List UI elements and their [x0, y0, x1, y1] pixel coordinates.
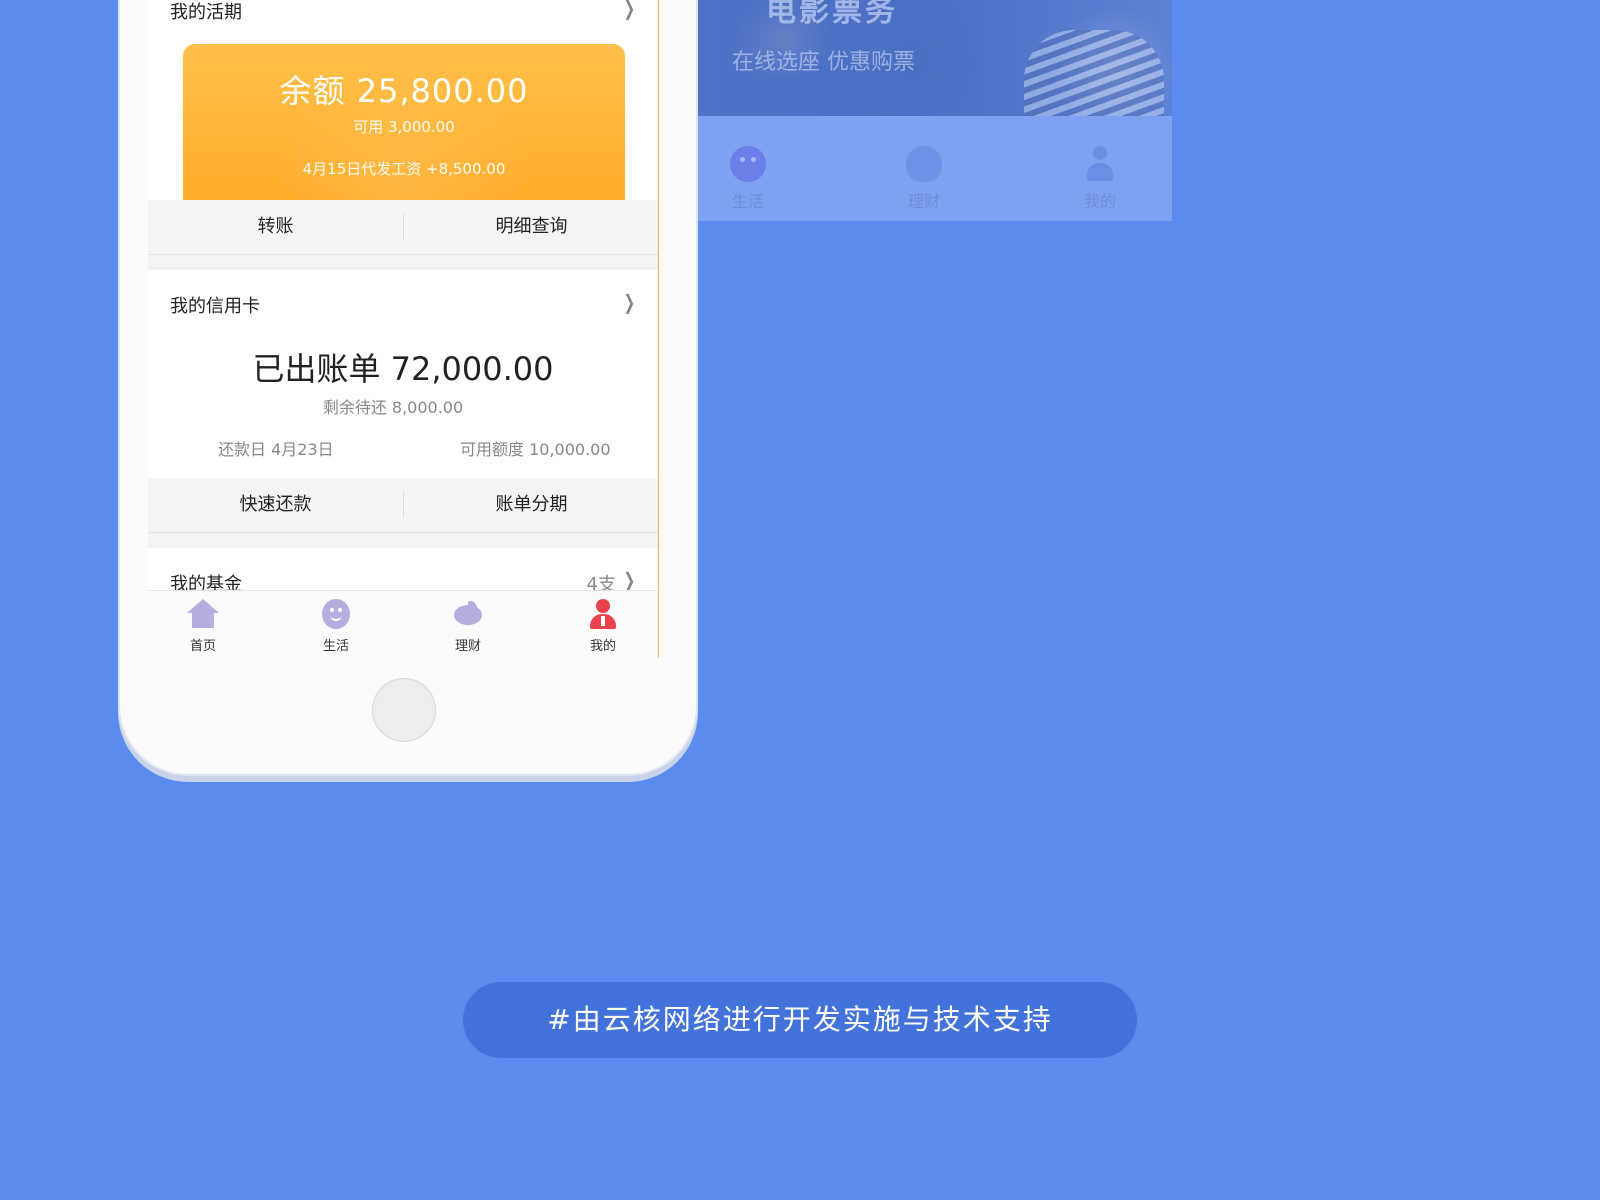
- piggy-bank-icon: [906, 146, 942, 182]
- funds-section[interactable]: 我的基金 4支 ❯: [148, 548, 658, 595]
- bottom-tabbar: 首页 生活 理财 我的: [148, 590, 658, 658]
- credit-card-title: 我的信用卡: [170, 296, 260, 317]
- chevron-right-icon[interactable]: ❯: [624, 290, 636, 314]
- tab-finance[interactable]: 理财: [433, 599, 503, 654]
- savings-action-bar: 转账 明细查询: [148, 200, 658, 255]
- credit-card-section: 我的信用卡 ❯ 已出账单 72,000.00 剩余待还 8,000.00 还款日…: [148, 270, 658, 478]
- tab-label: 首页: [189, 639, 216, 654]
- available-limit: 可用额度 10,000.00: [460, 440, 611, 459]
- piggy-bank-icon: [452, 599, 484, 629]
- tab-life[interactable]: 生活: [301, 599, 371, 654]
- bill-amount: 已出账单 72,000.00: [252, 350, 554, 388]
- credit-action-bar: 快速还款 账单分期: [148, 478, 658, 533]
- tab-label: 生活: [322, 639, 349, 654]
- quick-repay-button[interactable]: 快速还款: [148, 478, 403, 532]
- movie-ticket-banner[interactable]: 电影票务 在线选座 优惠购票: [694, 0, 1172, 116]
- banner-subtitle: 在线选座 优惠购票: [732, 50, 915, 75]
- repay-date: 还款日 4月23日: [218, 440, 334, 459]
- savings-title: 我的活期: [170, 2, 242, 23]
- details-query-button[interactable]: 明细查询: [404, 200, 658, 254]
- savings-card: 我的活期 ❯ 余额 25,800.00 可用 3,000.00 4月15日代发工…: [148, 0, 658, 200]
- balance-amount: 余额 25,800.00: [279, 72, 529, 110]
- chevron-right-icon[interactable]: ❯: [624, 0, 636, 20]
- salary-note: 4月15日代发工资 +8,500.00: [302, 160, 506, 178]
- installment-button[interactable]: 账单分期: [404, 478, 658, 532]
- remaining-amount: 剩余待还 8,000.00: [322, 398, 464, 417]
- home-button[interactable]: [372, 678, 436, 742]
- user-icon: [1082, 146, 1118, 182]
- chevron-right-icon[interactable]: ❯: [624, 568, 636, 592]
- tab-me[interactable]: 我的: [568, 599, 638, 654]
- smile-icon: [322, 599, 350, 629]
- banner-photo-detail: [1024, 30, 1164, 116]
- secondary-tab-life[interactable]: 生活: [708, 146, 788, 212]
- tab-label: 我的: [589, 639, 616, 654]
- home-icon: [187, 599, 219, 629]
- available-amount: 可用 3,000.00: [353, 118, 455, 136]
- secondary-tab-label: 我的: [1083, 192, 1116, 211]
- transfer-button[interactable]: 转账: [148, 200, 403, 254]
- tab-home[interactable]: 首页: [168, 599, 238, 654]
- balance-card[interactable]: 余额 25,800.00 可用 3,000.00 4月15日代发工资 +8,50…: [183, 44, 625, 200]
- phone-screen: 我的活期 ❯ 余额 25,800.00 可用 3,000.00 4月15日代发工…: [148, 0, 659, 658]
- caption-pill: #由云核网络进行开发实施与技术支持: [463, 982, 1137, 1058]
- secondary-tab-label: 生活: [731, 192, 764, 211]
- smile-icon: [730, 146, 766, 182]
- tab-label: 理财: [454, 639, 481, 654]
- secondary-tab-finance[interactable]: 理财: [884, 146, 964, 212]
- secondary-phone-preview: 电影票务 在线选座 优惠购票 生活 理财 我的: [694, 0, 1172, 221]
- secondary-tab-label: 理财: [907, 192, 940, 211]
- banner-title: 电影票务: [766, 0, 898, 29]
- user-icon: [587, 599, 619, 629]
- secondary-tabbar: 生活 理财 我的: [694, 116, 1172, 221]
- secondary-tab-me[interactable]: 我的: [1060, 146, 1140, 212]
